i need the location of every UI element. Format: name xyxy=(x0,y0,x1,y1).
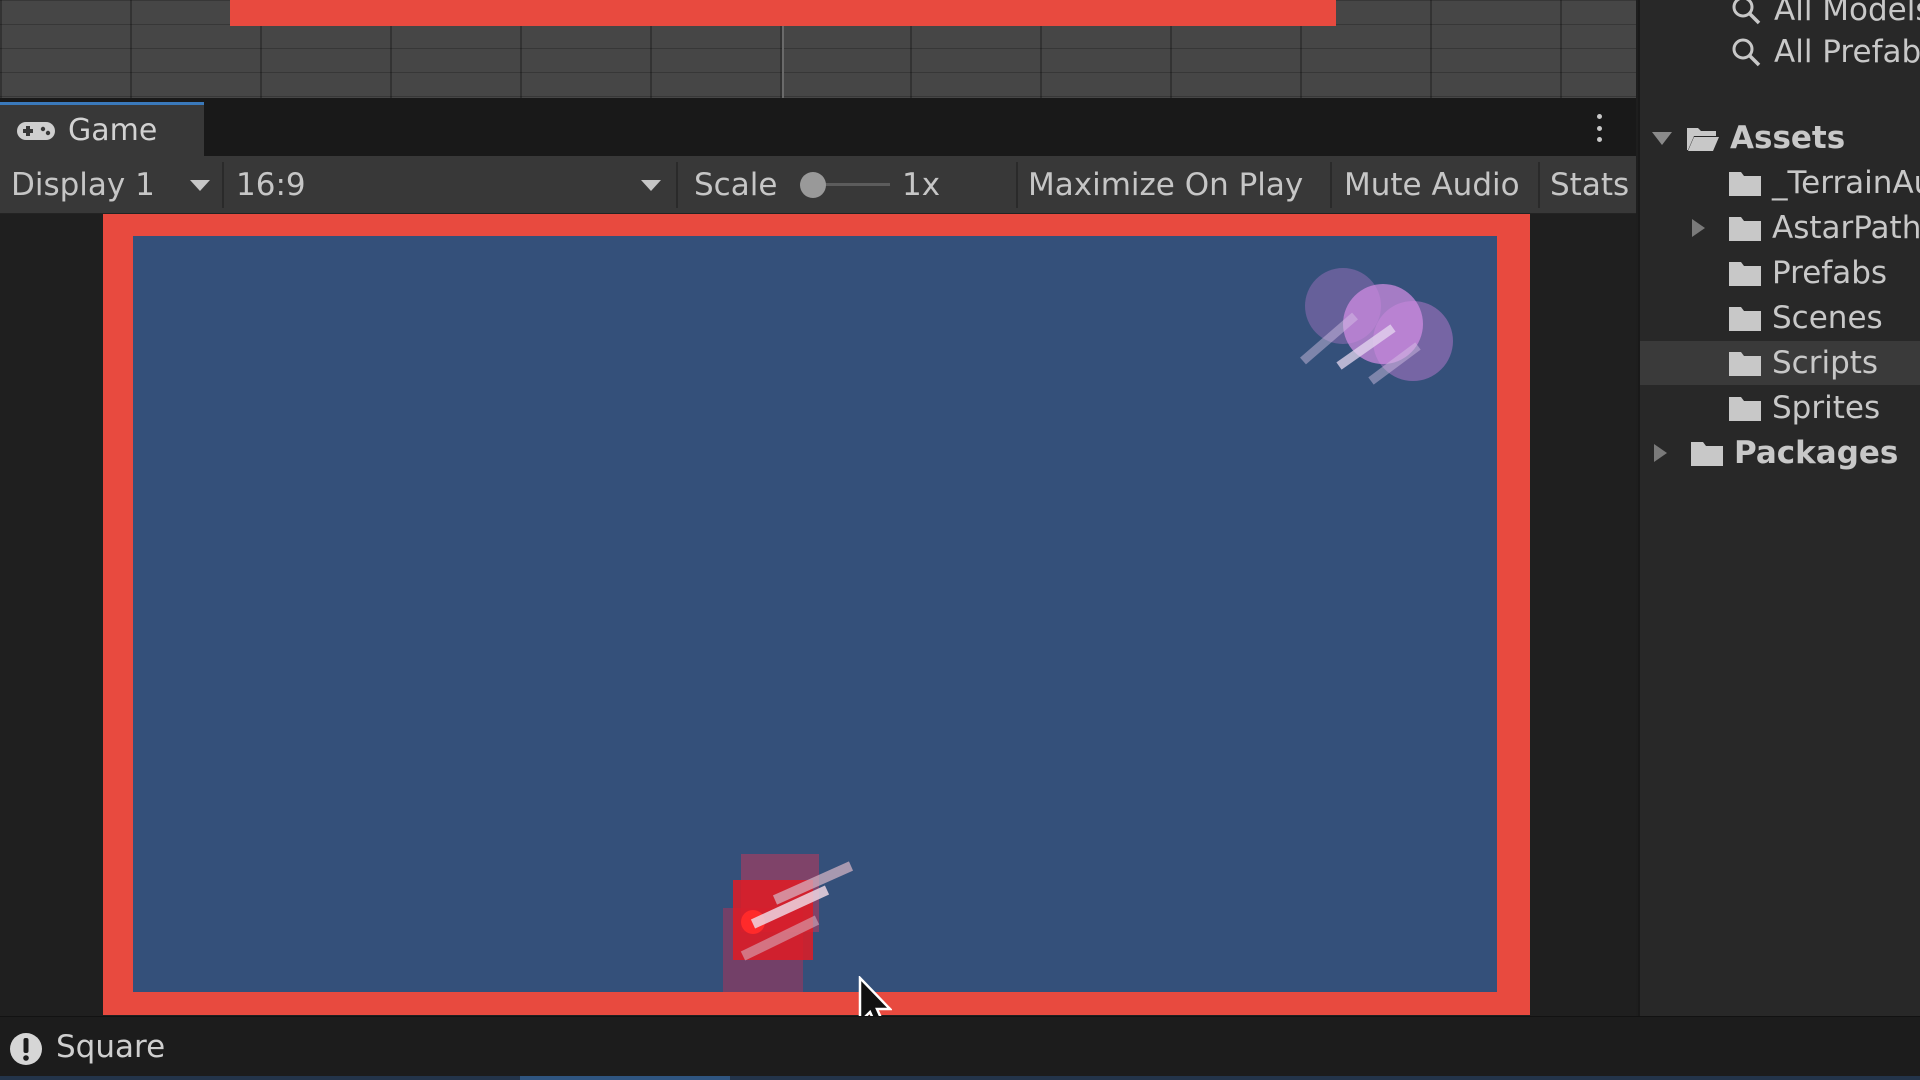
status-bar: Square xyxy=(0,1016,1920,1080)
status-progress-fill xyxy=(520,1076,730,1080)
folder-assets[interactable]: Assets xyxy=(1640,116,1920,160)
game-toolbar: Display 1 16:9 Scale 1x Maximize On Play… xyxy=(0,156,1636,214)
folder-label: Assets xyxy=(1730,120,1846,156)
arena-field[interactable] xyxy=(133,236,1497,992)
game-viewport[interactable] xyxy=(0,214,1636,1032)
expand-arrow-icon[interactable] xyxy=(1654,444,1667,462)
folder-terrain-auto-upgrade[interactable]: _TerrainAutoUpgrade xyxy=(1640,161,1920,205)
status-progress-track xyxy=(0,1076,1920,1080)
gamepad-icon xyxy=(17,121,55,140)
search-icon xyxy=(1732,38,1761,67)
folder-packages[interactable]: Packages xyxy=(1640,431,1920,475)
folder-scripts[interactable]: Scripts xyxy=(1640,341,1920,385)
folder-open-icon xyxy=(1687,128,1719,151)
scene-border-object[interactable] xyxy=(230,0,1336,26)
scale-slider[interactable] xyxy=(800,156,890,214)
folder-label: Prefabs xyxy=(1772,255,1888,291)
expand-arrow-icon[interactable] xyxy=(1692,219,1705,237)
folder-label: Scripts xyxy=(1772,345,1879,381)
enemy-tank-sprite xyxy=(1300,268,1453,385)
aspect-ratio-label: 16:9 xyxy=(236,167,306,203)
toolbar-divider xyxy=(1330,162,1332,208)
folder-icon xyxy=(1691,442,1723,466)
scale-slider-thumb[interactable] xyxy=(800,172,826,198)
toolbar-divider xyxy=(222,162,224,208)
search-filter-all-prefabs[interactable]: All Prefabs xyxy=(1640,30,1920,74)
toolbar-divider xyxy=(1016,162,1018,208)
folder-icon xyxy=(1729,352,1761,376)
kebab-menu-icon[interactable] xyxy=(1592,112,1606,144)
search-filter-label: All Models xyxy=(1774,0,1920,28)
tab-bar: Game xyxy=(0,98,1636,156)
search-icon xyxy=(1732,0,1761,25)
mute-audio-toggle[interactable]: Mute Audio xyxy=(1344,156,1520,214)
arena-border xyxy=(103,214,1530,1015)
folder-icon xyxy=(1729,397,1761,421)
chevron-down-icon xyxy=(641,179,661,191)
folder-icon xyxy=(1729,217,1761,241)
search-filter-all-models[interactable]: All Models xyxy=(1640,0,1920,32)
project-panel: All Models All Prefabs Assets _TerrainAu… xyxy=(1638,0,1920,1016)
chevron-down-icon xyxy=(190,179,210,191)
folder-label: Packages xyxy=(1734,435,1899,471)
folder-icon xyxy=(1729,262,1761,286)
aspect-ratio-dropdown[interactable]: 16:9 xyxy=(226,156,676,214)
folder-astar-pathfinding[interactable]: AstarPathfindingProject xyxy=(1640,206,1920,250)
folder-prefabs[interactable]: Prefabs xyxy=(1640,251,1920,295)
scale-label: Scale xyxy=(694,167,778,203)
player-tank-sprite xyxy=(723,854,854,992)
expand-arrow-icon[interactable] xyxy=(1652,131,1672,145)
search-filter-label: All Prefabs xyxy=(1774,34,1920,70)
tab-game-label: Game xyxy=(68,113,158,148)
status-message[interactable]: Square xyxy=(56,1029,165,1065)
toolbar-divider xyxy=(676,162,678,208)
folder-label: Scenes xyxy=(1772,300,1883,336)
scene-view[interactable] xyxy=(0,0,1636,98)
game-panel: Game Display 1 16:9 Scale 1x Maximize On… xyxy=(0,98,1636,1032)
display-dropdown[interactable]: Display 1 xyxy=(0,156,218,214)
stats-toggle[interactable]: Stats xyxy=(1550,156,1629,214)
warning-icon[interactable] xyxy=(8,1031,44,1067)
maximize-on-play-toggle[interactable]: Maximize On Play xyxy=(1028,156,1303,214)
folder-sprites[interactable]: Sprites xyxy=(1640,386,1920,430)
tab-game[interactable]: Game xyxy=(0,102,204,156)
folder-icon xyxy=(1729,172,1761,196)
scale-value: 1x xyxy=(902,167,941,203)
folder-label: Sprites xyxy=(1772,390,1881,426)
folder-label: AstarPathfindingProject xyxy=(1772,210,1920,246)
folder-label: _TerrainAutoUpgrade xyxy=(1772,165,1920,201)
folder-icon xyxy=(1729,307,1761,331)
display-dropdown-label: Display 1 xyxy=(11,167,155,203)
toolbar-divider xyxy=(1538,162,1540,208)
folder-scenes[interactable]: Scenes xyxy=(1640,296,1920,340)
